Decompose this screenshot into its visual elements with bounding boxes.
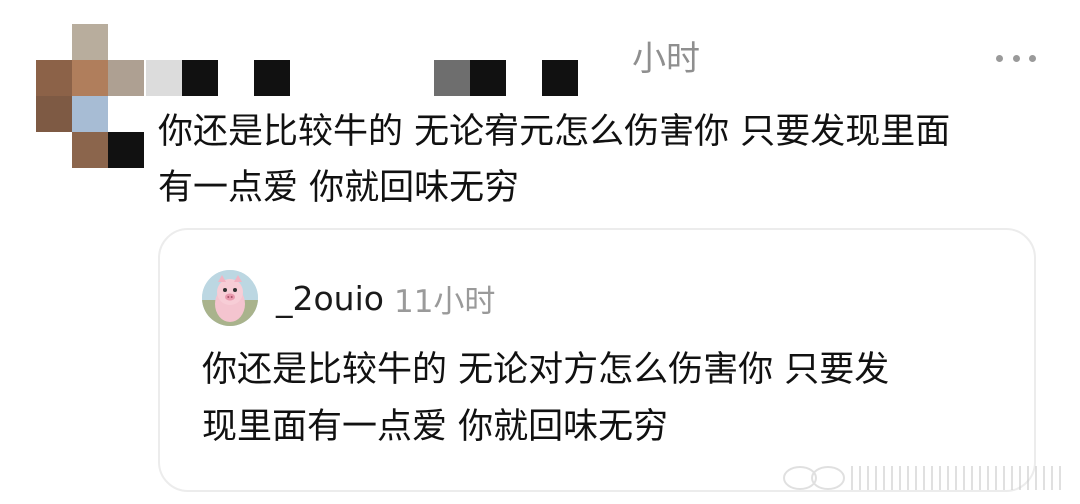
- pig-avatar-icon[interactable]: [202, 270, 258, 326]
- mosaic-tile: [254, 60, 290, 96]
- dot: [1012, 54, 1020, 62]
- post-time-label: 小时: [632, 39, 700, 79]
- comment-text: 你还是比较牛的 无论宥元怎么伤害你 只要发现里面 有一点爱 你就回味无穷: [158, 104, 1058, 216]
- quoted-text-line: 现里面有一点爱 你就回味无穷: [202, 407, 669, 447]
- mosaic-tile: [146, 60, 182, 96]
- quoted-time-label: 11小时: [393, 283, 496, 320]
- dot: [1029, 54, 1036, 62]
- quoted-comment-text: 你还是比较牛的 无论对方怎么伤害你 只要发 现里面有一点爱 你就回味无穷: [202, 342, 1002, 456]
- mosaic-tile: [108, 132, 144, 168]
- mosaic-tile: [182, 60, 218, 96]
- original-username-mosaic[interactable]: [146, 60, 586, 96]
- quoted-comment-card[interactable]: _2ouio 11小时 你还是比较牛的 无论对方怎么伤害你 只要发 现里面有一点…: [158, 228, 1036, 492]
- weibo-watermark: [772, 458, 1072, 498]
- quoted-username[interactable]: _2ouio: [276, 279, 384, 318]
- original-avatar-mosaic[interactable]: [36, 24, 146, 168]
- mosaic-tile: [72, 132, 108, 168]
- mosaic-tile: [36, 60, 72, 96]
- dot: [996, 54, 1003, 62]
- quoted-text-line: 你还是比较牛的 无论对方怎么伤害你 只要发: [202, 350, 890, 390]
- mosaic-tile: [72, 24, 108, 60]
- comment-text-line: 有一点爱 你就回味无穷: [158, 168, 520, 208]
- mosaic-tile: [434, 60, 470, 96]
- more-dots-icon[interactable]: [996, 46, 1036, 70]
- mosaic-tile: [108, 96, 144, 132]
- quoted-comment-header: _2ouio 11小时: [276, 274, 495, 322]
- mosaic-tile: [72, 96, 108, 132]
- mosaic-tile: [542, 60, 578, 96]
- mosaic-tile: [72, 60, 108, 96]
- mosaic-tile: [36, 96, 72, 132]
- comment-text-line: 你还是比较牛的 无论宥元怎么伤害你 只要发现里面: [158, 112, 951, 152]
- mosaic-tile: [470, 60, 506, 96]
- mosaic-tile: [108, 60, 144, 96]
